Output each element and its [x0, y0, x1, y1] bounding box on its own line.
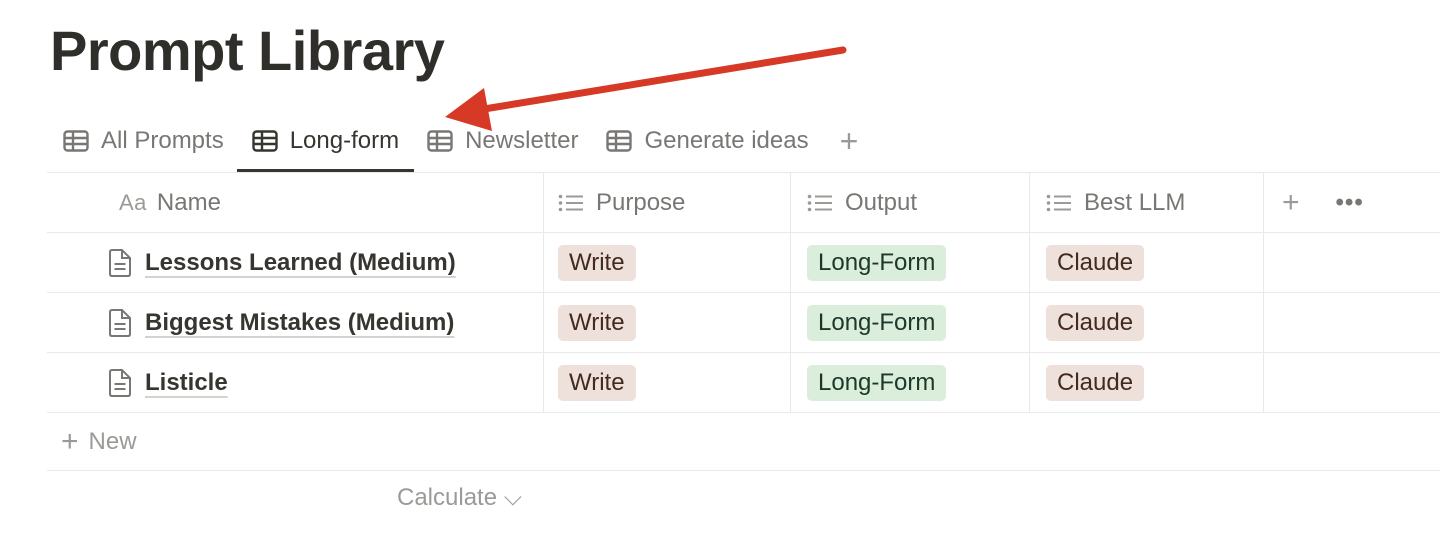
view-tabs: All Prompts Long-form Newsletter Generat… — [56, 112, 859, 172]
column-header-output[interactable]: Output — [791, 173, 1030, 232]
page-icon — [109, 368, 131, 397]
output-cell[interactable]: Long-Form — [791, 353, 1030, 412]
name-cell[interactable]: Listicle — [47, 353, 544, 412]
empty-cell — [1264, 293, 1440, 352]
calculate-dropdown[interactable]: Calculate ⌵ — [397, 484, 522, 512]
best-llm-cell[interactable]: Claude — [1030, 353, 1264, 412]
tab-all-prompts[interactable]: All Prompts — [56, 112, 231, 170]
column-header-best-llm[interactable]: Best LLM — [1030, 173, 1264, 232]
new-row-label: New — [88, 427, 137, 455]
table-icon — [427, 130, 453, 152]
column-label: Best LLM — [1084, 188, 1186, 216]
purpose-cell[interactable]: Write — [544, 293, 791, 352]
table-row: Lessons Learned (Medium) Write Long-Form… — [47, 233, 1440, 293]
tab-long-form[interactable]: Long-form — [236, 112, 415, 172]
list-icon — [807, 194, 832, 211]
column-label: Name — [156, 188, 221, 216]
table-icon — [606, 130, 633, 152]
best-llm-tag: Claude — [1046, 364, 1145, 401]
list-icon — [1046, 194, 1071, 211]
page-icon — [109, 248, 131, 277]
name-cell[interactable]: Lessons Learned (Medium) — [47, 233, 544, 292]
table-row: Listicle Write Long-Form Claude — [47, 353, 1440, 413]
purpose-tag: Write — [558, 304, 636, 341]
more-options-button[interactable]: ••• — [1336, 189, 1364, 217]
tab-label: All Prompts — [101, 127, 224, 154]
database-table: Aa Name Purpose Output Best LLM + ••• Le… — [47, 172, 1440, 471]
output-cell[interactable]: Long-Form — [791, 293, 1030, 352]
plus-icon: + — [61, 424, 79, 458]
column-header-purpose[interactable]: Purpose — [544, 173, 791, 232]
purpose-tag: Write — [558, 364, 636, 401]
column-header-actions: + ••• — [1264, 173, 1440, 232]
row-title[interactable]: Lessons Learned (Medium) — [145, 249, 456, 277]
output-tag: Long-Form — [807, 304, 947, 341]
list-icon — [558, 194, 583, 211]
column-label: Output — [845, 188, 918, 216]
table-row: Biggest Mistakes (Medium) Write Long-For… — [47, 293, 1440, 353]
tab-newsletter[interactable]: Newsletter — [420, 112, 585, 170]
purpose-cell[interactable]: Write — [544, 233, 791, 292]
best-llm-cell[interactable]: Claude — [1030, 233, 1264, 292]
notion-database-page: Prompt Library All Prompts Long-form New… — [0, 0, 1440, 547]
row-title[interactable]: Listicle — [145, 369, 228, 397]
add-view-button[interactable]: + — [840, 125, 859, 157]
tab-label: Long-form — [289, 127, 400, 154]
column-header-name[interactable]: Aa Name — [47, 173, 544, 232]
tab-label: Newsletter — [465, 127, 579, 154]
page-icon — [109, 308, 131, 337]
purpose-cell[interactable]: Write — [544, 353, 791, 412]
empty-cell — [1264, 233, 1440, 292]
output-tag: Long-Form — [807, 364, 947, 401]
purpose-tag: Write — [558, 244, 636, 281]
output-tag: Long-Form — [807, 244, 947, 281]
best-llm-tag: Claude — [1046, 244, 1145, 281]
name-cell[interactable]: Biggest Mistakes (Medium) — [47, 293, 544, 352]
tab-label: Generate ideas — [644, 127, 809, 154]
tab-generate-ideas[interactable]: Generate ideas — [599, 112, 815, 170]
new-row-button[interactable]: + New — [47, 413, 1440, 471]
empty-cell — [1264, 353, 1440, 412]
column-label: Purpose — [596, 188, 686, 216]
best-llm-cell[interactable]: Claude — [1030, 293, 1264, 352]
table-header-row: Aa Name Purpose Output Best LLM + ••• — [47, 173, 1440, 233]
best-llm-tag: Claude — [1046, 304, 1145, 341]
text-property-icon: Aa — [119, 189, 147, 215]
page-title: Prompt Library — [50, 19, 445, 82]
row-title[interactable]: Biggest Mistakes (Medium) — [145, 309, 454, 337]
table-icon — [63, 130, 89, 152]
table-icon — [252, 130, 278, 152]
add-property-button[interactable]: + — [1282, 187, 1300, 218]
output-cell[interactable]: Long-Form — [791, 233, 1030, 292]
